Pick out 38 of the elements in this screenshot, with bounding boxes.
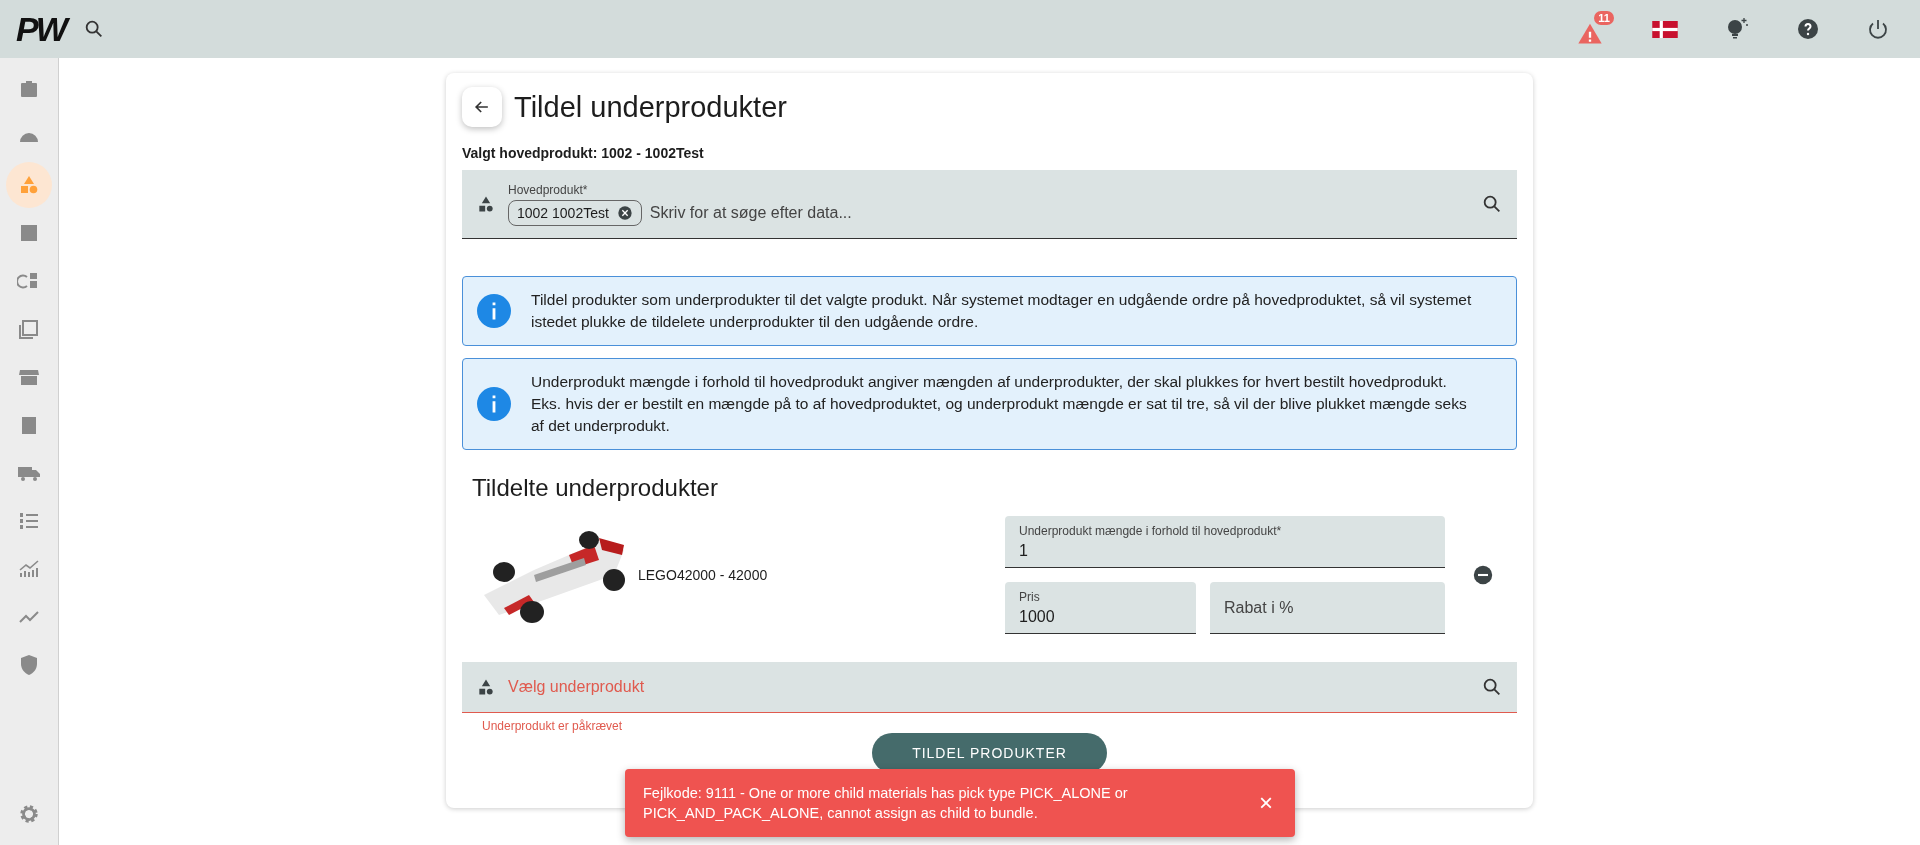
discount-input[interactable]: Rabat i % (1224, 598, 1431, 617)
child-product-field[interactable]: Vælg underprodukt (462, 662, 1517, 713)
product-chip[interactable]: 1002 1002Test (508, 199, 642, 226)
toast-message: Fejlkode: 9111 - One or more child materials has pick type PICK_ALONE or PICK_AND_PACK_ALONE, cannot assign as child to bundle. (643, 784, 1129, 823)
field-label: Underprodukt mængde i forhold til hovedprodukt* (1019, 523, 1283, 538)
shapes-icon (476, 677, 496, 697)
flag-icon[interactable] (1652, 20, 1678, 38)
field-value: 1 (1019, 541, 1029, 560)
field-label: Pris (1019, 589, 1041, 604)
field-label: Hovedprodukt* (508, 182, 589, 197)
search-icon[interactable] (1481, 676, 1503, 698)
help-icon[interactable] (1796, 17, 1820, 41)
shapes-icon (476, 194, 496, 214)
main-product-field[interactable]: Hovedprodukt* 1002 1002Test Skriv for at søge efter data... (462, 170, 1517, 239)
info-icon (477, 294, 511, 328)
search-icon[interactable] (1481, 193, 1503, 215)
page-title: Tildel underprodukter (514, 90, 787, 124)
power-icon[interactable] (1866, 17, 1890, 41)
info-icon (477, 387, 511, 421)
field-value: 1000 (1019, 607, 1056, 626)
chip-label: 1002 1002Test (517, 204, 609, 221)
product-name: LEGO42000 - 42000 (638, 567, 769, 583)
search-input[interactable]: Skriv for at søge efter data... (649, 203, 1469, 222)
remove-icon[interactable] (616, 204, 633, 221)
info-text: Tildel produkter som underprodukter til det valgte produkt. Når systemet modtager en udgående ordre på hovedproduktet, så vil systemet istedet plukke de tildelete underprodukter til den udgående ordre. (531, 290, 1473, 332)
quantity-field[interactable]: Underprodukt mængde i forhold til hovedprodukt* 1 (1005, 516, 1445, 568)
selected-main-product: Valgt hovedprodukt: 1002 - 1002Test (462, 145, 705, 161)
nav-item[interactable] (6, 162, 52, 208)
settings-icon[interactable] (18, 803, 40, 825)
error-message: Underprodukt er påkrævet (482, 719, 624, 733)
remove-icon[interactable] (1473, 565, 1493, 585)
price-field[interactable]: Pris 1000 (1005, 582, 1196, 634)
discount-field[interactable]: Rabat i % (1210, 582, 1445, 634)
child-product-input[interactable]: Vælg underprodukt (508, 678, 1469, 696)
section-heading: Tildelte underprodukter (472, 474, 719, 502)
notification-badge: 11 (1594, 11, 1614, 25)
back-button[interactable] (462, 87, 502, 127)
info-text: Underprodukt mængde i forhold til hovedprodukt angiver mængden af underprodukter, der skal plukkes for hvert bestilt hovedprodukt. Eks. hvis der er bestilt en mængde på to af hovedproduktet, og underprodukt mængde er sat til tre, så vil der blive plukket mængde seks af det underprodukt. (531, 372, 1468, 436)
